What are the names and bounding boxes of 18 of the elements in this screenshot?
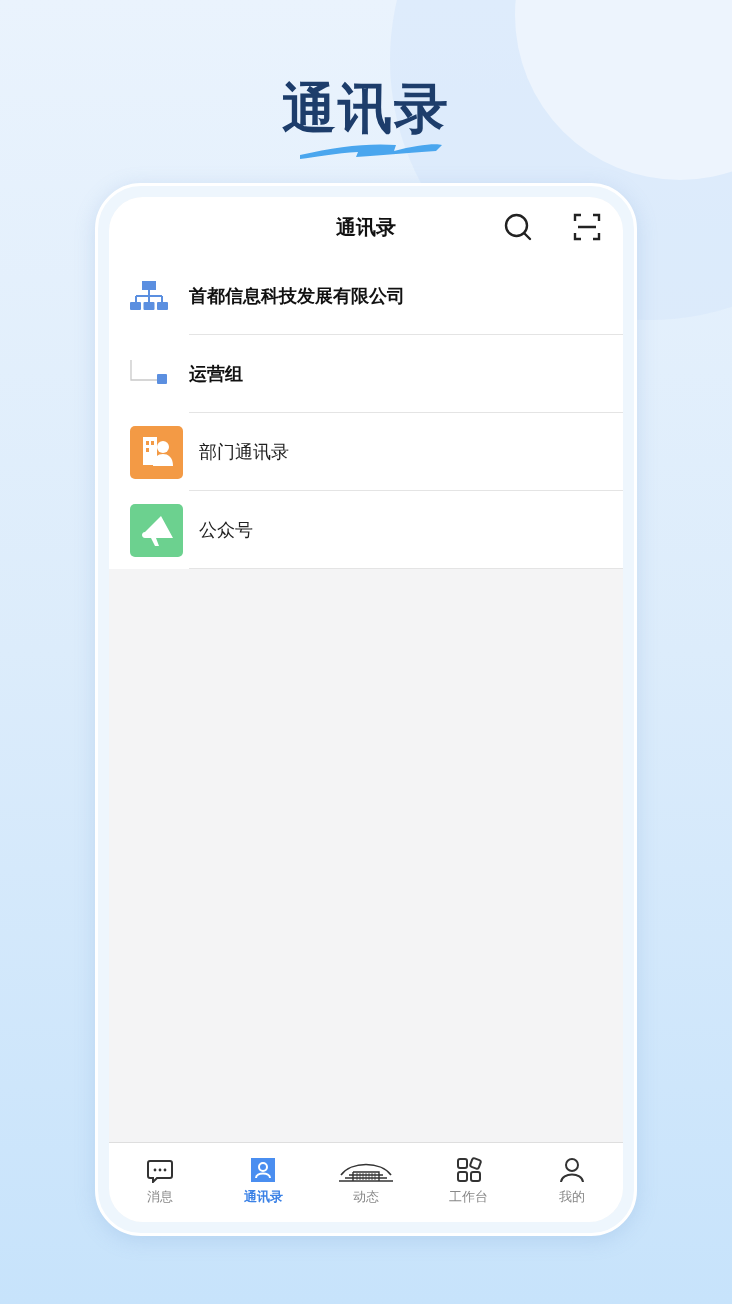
screen-title: 通讯录 — [336, 214, 396, 241]
tab-item[interactable]: 动态 — [314, 1143, 418, 1222]
chat-bubble-icon — [147, 1159, 174, 1183]
list-item-label[interactable]: 部门通讯录 — [189, 438, 289, 465]
org-chart-icon — [130, 281, 168, 311]
tab-item[interactable]: 消息 — [109, 1143, 212, 1222]
list-item-label[interactable]: 首都信息科技发展有限公司 — [189, 282, 405, 309]
headline: 通讯录 — [282, 82, 450, 136]
scan-icon[interactable] — [573, 213, 601, 241]
user-icon — [558, 1157, 585, 1183]
list-item-label[interactable]: 运营组 — [189, 360, 243, 387]
apps-grid-icon — [455, 1157, 482, 1183]
contacts-icon — [250, 1157, 277, 1183]
tab-item[interactable]: 工作台 — [417, 1143, 521, 1222]
tab-item[interactable]: 通讯录 — [211, 1143, 315, 1222]
tab-item[interactable]: 我的 — [520, 1143, 623, 1222]
search-icon[interactable] — [504, 213, 532, 241]
list-item-label[interactable]: 公众号 — [189, 516, 253, 543]
